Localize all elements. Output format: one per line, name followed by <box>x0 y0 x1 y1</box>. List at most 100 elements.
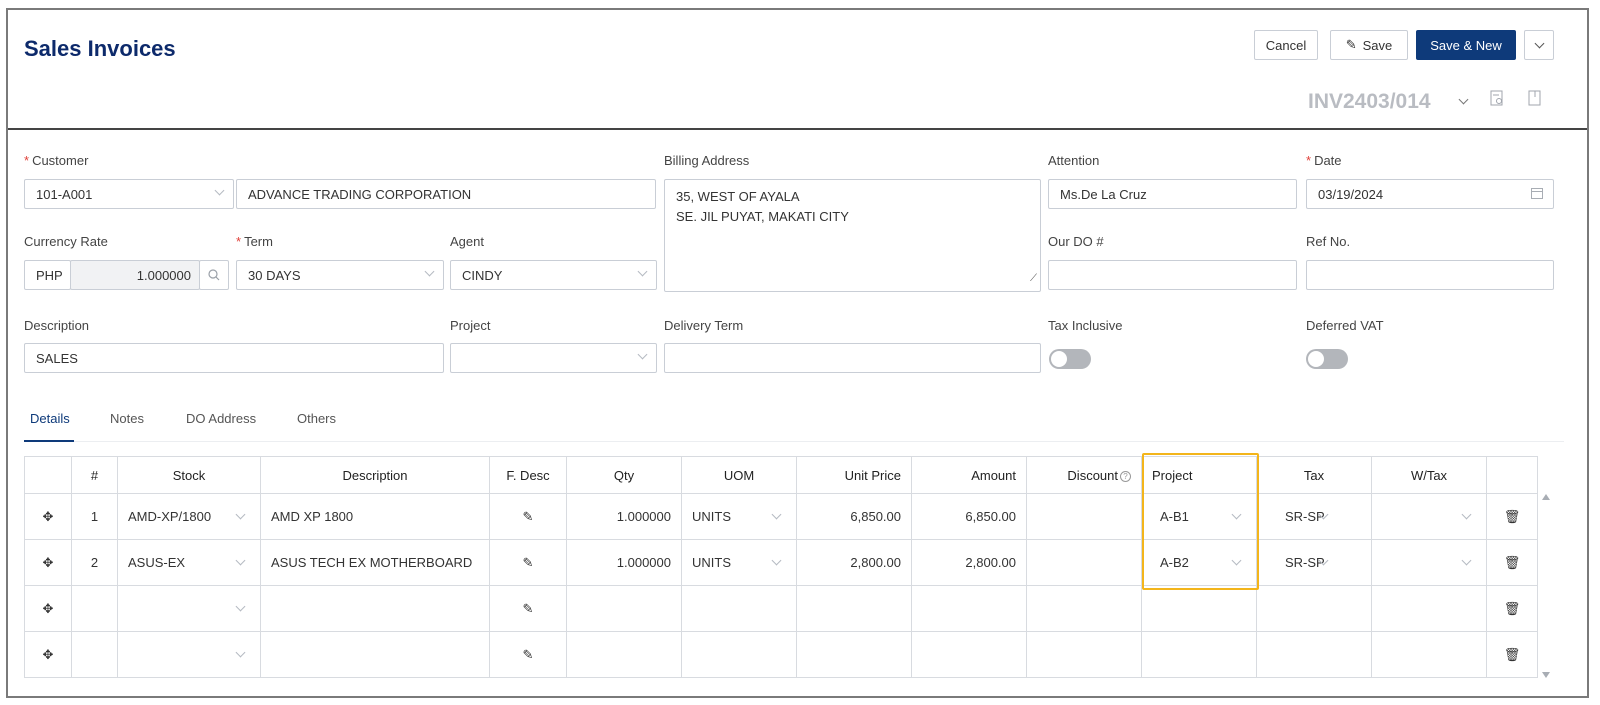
stock-select[interactable]: AMD-XP/1800 <box>117 493 261 540</box>
attention-field[interactable]: Ms.De La Cruz <box>1048 179 1297 209</box>
unit-price-cell[interactable]: 6,850.00 <box>796 493 912 540</box>
delete-row-icon[interactable]: 🗑 <box>1486 493 1538 540</box>
tax-select[interactable]: SR-SP <box>1256 539 1372 586</box>
wtax-select[interactable] <box>1371 539 1487 586</box>
stock-select[interactable] <box>117 585 261 632</box>
our-do-field[interactable] <box>1048 260 1297 290</box>
description-cell[interactable] <box>260 631 490 678</box>
date-field[interactable]: 03/19/2024 <box>1306 179 1554 209</box>
table-scrollbar[interactable] <box>1539 494 1553 678</box>
save-and-new-button[interactable]: Save & New <box>1416 30 1516 60</box>
project-select[interactable] <box>450 343 657 373</box>
more-actions-button[interactable] <box>1524 30 1554 60</box>
delete-row-icon[interactable]: 🗑 <box>1486 539 1538 586</box>
discount-cell[interactable] <box>1026 585 1142 632</box>
project-select[interactable] <box>1141 631 1257 678</box>
drag-handle-icon[interactable]: ✥ <box>24 585 72 632</box>
calendar-icon[interactable] <box>1531 187 1543 202</box>
term-select[interactable]: 30 DAYS <box>236 260 444 290</box>
uom-select[interactable] <box>681 631 797 678</box>
edit-description-icon[interactable]: ✎ <box>489 631 567 678</box>
search-icon <box>208 269 220 281</box>
uom-select[interactable] <box>681 585 797 632</box>
help-circle-icon[interactable]: ? <box>1120 470 1131 482</box>
row-number: 2 <box>71 539 118 586</box>
currency-rate-field[interactable]: 1.000000 <box>70 260 200 290</box>
uom-select[interactable]: UNITS <box>681 493 797 540</box>
cancel-button-label: Cancel <box>1265 37 1307 53</box>
table-header-row: # Stock Description F. Desc Qty UOM Unit… <box>24 456 1538 494</box>
table-row: ✥ 1 AMD-XP/1800 AMD XP 1800 ✎ 1.000000 U… <box>24 493 1538 540</box>
wtax-select[interactable] <box>1371 493 1487 540</box>
edit-description-icon[interactable]: ✎ <box>489 539 567 586</box>
our-do-label: Our DO # <box>1048 234 1104 249</box>
tax-select[interactable] <box>1256 631 1372 678</box>
bookmark-icon[interactable] <box>1528 90 1542 109</box>
chevron-down-icon <box>1461 555 1472 566</box>
column-header-uom: UOM <box>681 456 797 494</box>
unit-price-cell[interactable] <box>796 585 912 632</box>
qty-cell[interactable] <box>566 585 682 632</box>
currency-code-field[interactable]: PHP <box>24 260 71 290</box>
scroll-up-icon[interactable] <box>1542 494 1550 500</box>
delete-row-icon[interactable]: 🗑 <box>1486 631 1538 678</box>
tax-inclusive-toggle[interactable] <box>1049 349 1091 369</box>
tax-inclusive-label: Tax Inclusive <box>1048 318 1123 333</box>
project-label: Project <box>450 318 491 333</box>
column-header-qty: Qty <box>566 456 682 494</box>
unit-price-cell[interactable] <box>796 631 912 678</box>
stock-select[interactable]: ASUS-EX <box>117 539 261 586</box>
tab-details[interactable]: Details <box>24 410 74 442</box>
project-select[interactable]: A-B1 <box>1141 493 1257 540</box>
tab-notes[interactable]: Notes <box>110 410 144 442</box>
billing-address-textarea[interactable]: 35, WEST OF AYALA SE. JIL PUYAT, MAKATI … <box>664 179 1041 292</box>
edit-description-icon[interactable]: ✎ <box>489 585 567 632</box>
tax-select[interactable] <box>1256 585 1372 632</box>
stock-select[interactable] <box>117 631 261 678</box>
currency-search-button[interactable] <box>199 260 229 290</box>
save-button[interactable]: ✎ Save <box>1330 30 1408 60</box>
resize-handle-icon[interactable]: ⟋ <box>1030 269 1037 289</box>
cancel-button[interactable]: Cancel <box>1254 30 1318 60</box>
description-cell[interactable] <box>260 585 490 632</box>
description-cell[interactable]: AMD XP 1800 <box>260 493 490 540</box>
discount-cell[interactable] <box>1026 539 1142 586</box>
document-preview-icon[interactable] <box>1490 90 1504 109</box>
column-header-number: # <box>71 456 118 494</box>
tax-select[interactable]: SR-SP <box>1256 493 1372 540</box>
qty-cell[interactable]: 1.000000 <box>566 539 682 586</box>
tab-others[interactable]: Others <box>297 410 336 442</box>
edit-description-icon[interactable]: ✎ <box>489 493 567 540</box>
ref-no-field[interactable] <box>1306 260 1554 290</box>
drag-handle-icon[interactable]: ✥ <box>24 631 72 678</box>
customer-code-select[interactable]: 101-A001 <box>24 179 234 209</box>
customer-name-field[interactable]: ADVANCE TRADING CORPORATION <box>236 179 656 209</box>
column-header-f-desc: F. Desc <box>489 456 567 494</box>
qty-cell[interactable] <box>566 631 682 678</box>
drag-handle-icon[interactable]: ✥ <box>24 539 72 586</box>
currency-code-value: PHP <box>36 267 63 283</box>
wtax-select[interactable] <box>1371 585 1487 632</box>
delete-row-icon[interactable]: 🗑 <box>1486 585 1538 632</box>
agent-select[interactable]: CINDY <box>450 260 657 290</box>
toggle-knob <box>1051 351 1067 367</box>
invoice-number-chevron-icon[interactable] <box>1458 94 1469 105</box>
qty-cell[interactable]: 1.000000 <box>566 493 682 540</box>
unit-price-cell[interactable]: 2,800.00 <box>796 539 912 586</box>
wtax-select[interactable] <box>1371 631 1487 678</box>
tab-do-address[interactable]: DO Address <box>186 410 256 442</box>
scroll-down-icon[interactable] <box>1542 672 1550 678</box>
deferred-vat-toggle[interactable] <box>1306 349 1348 369</box>
term-value: 30 DAYS <box>248 267 301 283</box>
drag-handle-icon[interactable]: ✥ <box>24 493 72 540</box>
project-select[interactable] <box>1141 585 1257 632</box>
project-select[interactable]: A-B2 <box>1141 539 1257 586</box>
delivery-term-field[interactable] <box>664 343 1041 373</box>
discount-cell[interactable] <box>1026 631 1142 678</box>
description-field[interactable]: SALES <box>24 343 444 373</box>
amount-cell: 2,800.00 <box>911 539 1027 586</box>
description-cell[interactable]: ASUS TECH EX MOTHERBOARD <box>260 539 490 586</box>
row-number <box>71 585 118 632</box>
uom-select[interactable]: UNITS <box>681 539 797 586</box>
discount-cell[interactable] <box>1026 493 1142 540</box>
